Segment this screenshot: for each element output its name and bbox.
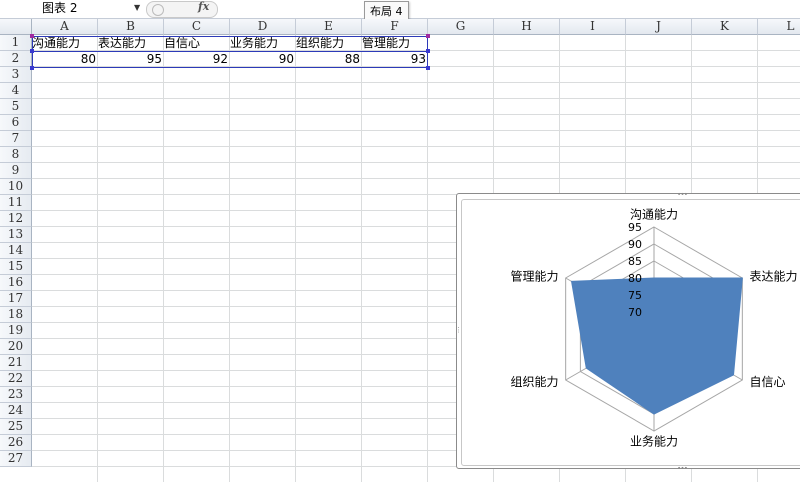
axis-tick-label: 80 <box>628 272 642 285</box>
category-label: 自信心 <box>750 375 786 389</box>
axis-tick-label: 95 <box>628 221 642 234</box>
series-area <box>570 277 743 415</box>
category-label: 业务能力 <box>630 433 678 448</box>
category-label: 沟通能力 <box>630 208 678 222</box>
category-label: 管理能力 <box>510 268 558 283</box>
axis-tick-label: 90 <box>628 238 642 251</box>
axis-tick-label: 75 <box>628 289 642 302</box>
radar-plot: 70 75 80 85 90 95沟通能力表达能力自信心业务能力 组织能力 管理能力 <box>510 208 798 449</box>
category-label: 组织能力 <box>510 375 558 389</box>
category-label: 表达能力 <box>750 269 798 283</box>
axis-tick-label: 70 <box>628 306 642 319</box>
axis-tick-label: 85 <box>628 255 642 268</box>
